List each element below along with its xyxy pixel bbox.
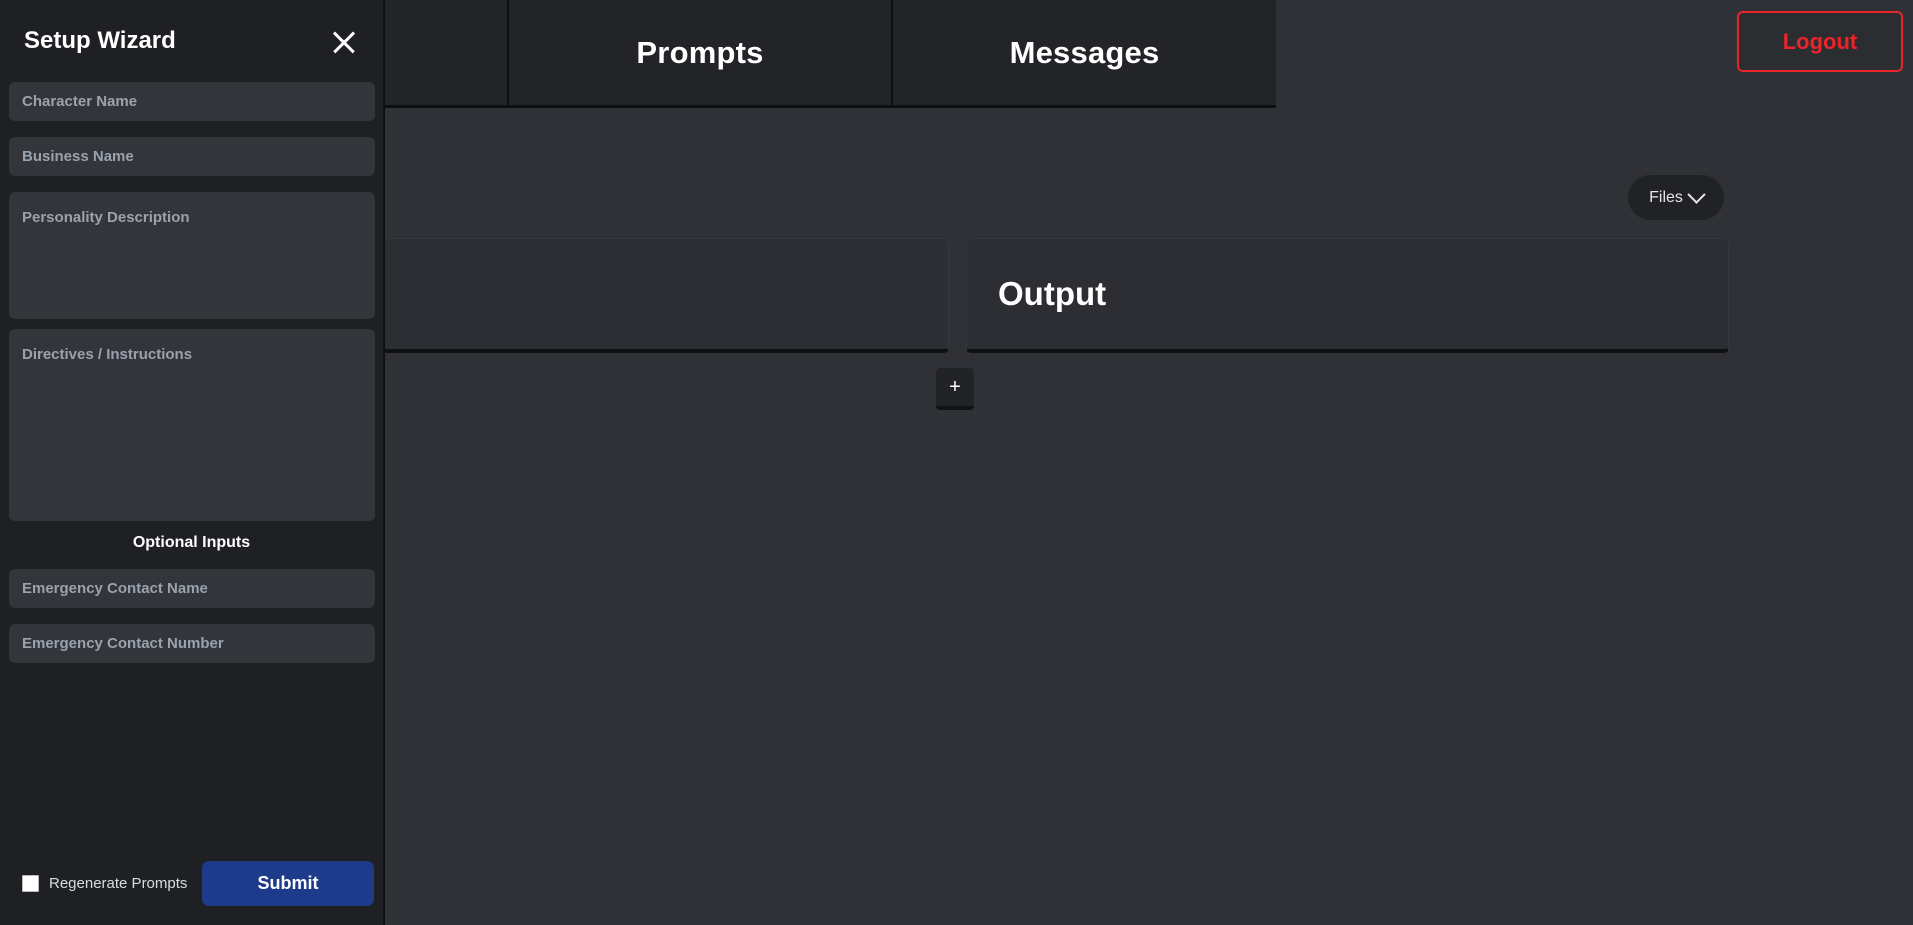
business-name-placeholder: Business Name [22, 148, 134, 165]
personality-description-field[interactable]: Personality Description [9, 192, 375, 319]
directives-instructions-field[interactable]: Directives / Instructions [9, 329, 375, 521]
setup-wizard-header: Setup Wizard [0, 0, 383, 82]
tab-messages-label: Messages [1009, 34, 1160, 70]
emergency-contact-number-field[interactable]: Emergency Contact Number [9, 624, 375, 663]
submit-button[interactable]: Submit [202, 860, 374, 906]
logout-button-label: Logout [1782, 28, 1858, 54]
setup-wizard-footer: Regenerate Prompts Submit [0, 855, 383, 925]
directives-instructions-placeholder: Directives / Instructions [22, 346, 193, 363]
emergency-contact-name-placeholder: Emergency Contact Name [22, 580, 208, 597]
regenerate-prompts-control[interactable]: Regenerate Prompts [9, 874, 202, 892]
tab-messages[interactable]: Messages [893, 0, 1276, 108]
logout-button[interactable]: Logout [1737, 11, 1903, 72]
emergency-contact-name-field[interactable]: Emergency Contact Name [9, 569, 375, 608]
wizard-edge-divider [383, 0, 385, 925]
submit-button-label: Submit [257, 872, 319, 893]
close-icon[interactable] [327, 24, 361, 58]
optional-inputs-heading: Optional Inputs [132, 534, 251, 551]
regenerate-prompts-checkbox[interactable] [22, 874, 39, 892]
app-root: Prompts Messages Logout Files Output + S… [0, 0, 1913, 925]
personality-description-placeholder: Personality Description [22, 209, 190, 226]
tab-prompts[interactable]: Prompts [509, 0, 891, 108]
plus-icon: + [949, 376, 961, 398]
files-dropdown-button[interactable]: Files [1628, 175, 1724, 220]
add-panel-button[interactable]: + [936, 368, 974, 410]
character-name-field[interactable]: Character Name [9, 82, 375, 121]
tab-prompts-label: Prompts [636, 34, 764, 70]
setup-wizard-title: Setup Wizard [24, 27, 176, 54]
chevron-down-icon [1687, 185, 1706, 204]
character-name-placeholder: Character Name [22, 93, 138, 110]
output-panel-title: Output [998, 275, 1107, 312]
files-dropdown-label: Files [1649, 188, 1683, 206]
output-panel[interactable]: Output [966, 238, 1729, 353]
setup-wizard-panel: Setup Wizard Character Name Business Nam… [0, 0, 383, 925]
left-panel[interactable] [382, 238, 949, 353]
business-name-field[interactable]: Business Name [9, 137, 375, 176]
tab-hidden[interactable] [383, 0, 507, 108]
emergency-contact-number-placeholder: Emergency Contact Number [22, 635, 224, 652]
regenerate-prompts-label: Regenerate Prompts [49, 874, 188, 892]
setup-wizard-body: Character Name Business Name Personality… [0, 82, 383, 855]
